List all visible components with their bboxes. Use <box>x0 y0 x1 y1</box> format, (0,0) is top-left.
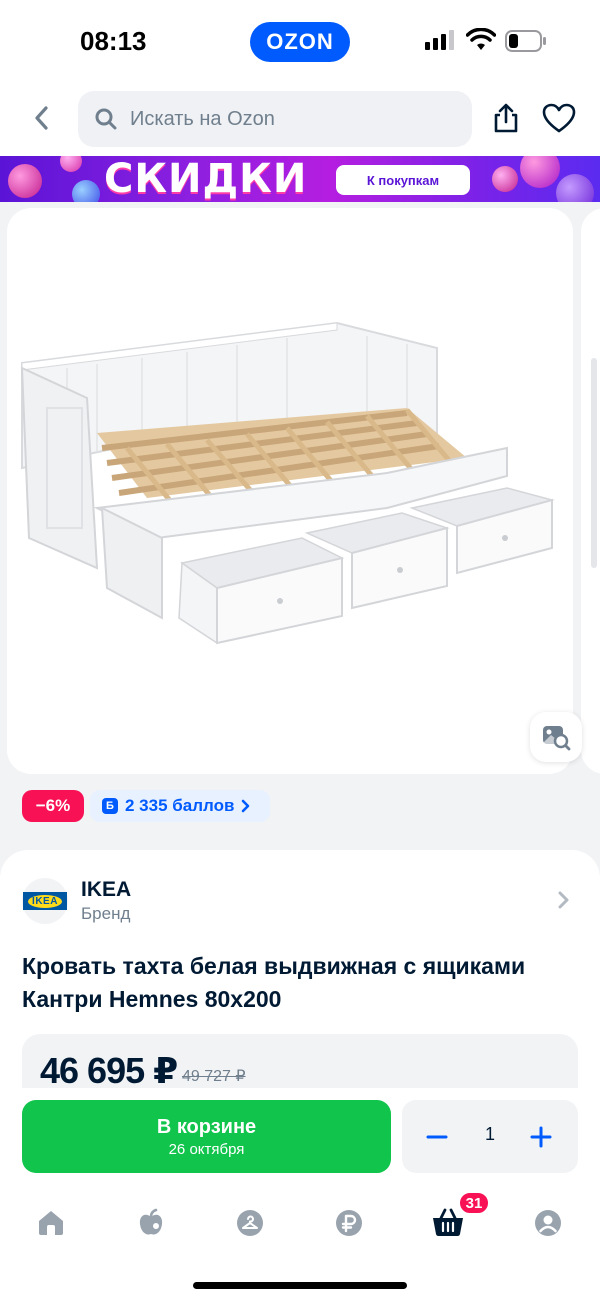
search-bar[interactable] <box>78 91 472 147</box>
home-indicator[interactable] <box>193 1282 407 1289</box>
chevron-left-icon <box>35 106 48 130</box>
status-time: 08:13 <box>80 26 147 56</box>
brand-label: Бренд <box>81 904 131 923</box>
old-price: 49 727 ₽ <box>182 1068 246 1085</box>
decor-bubble <box>520 156 560 188</box>
search-icon <box>95 108 117 130</box>
cart-action-bar: В корзине 26 октября 1 <box>0 1088 600 1188</box>
cart-icon <box>433 1208 463 1236</box>
banner-title: СКИДКИ <box>104 156 308 202</box>
wifi-icon <box>466 28 496 50</box>
fresh-icon <box>139 1208 163 1235</box>
daybed-with-drawers-image <box>20 321 555 645</box>
decor-bubble <box>72 180 100 202</box>
search-input[interactable] <box>130 107 430 131</box>
plus-icon <box>530 1126 552 1148</box>
decor-bubble <box>556 174 594 202</box>
top-header <box>0 84 600 156</box>
minus-icon <box>426 1135 448 1139</box>
banner-shop-button[interactable]: К покупкам <box>336 165 470 195</box>
decor-bubble <box>8 164 42 198</box>
ozon-pill[interactable]: OZON <box>250 22 350 62</box>
visual-search-button[interactable] <box>530 712 582 762</box>
decor-bubble <box>60 156 82 172</box>
discount-badge: −6% <box>22 790 84 822</box>
price-badges: −6% Б 2 335 баллов <box>0 790 600 838</box>
share-icon <box>494 103 518 133</box>
hanger-icon <box>237 1210 263 1236</box>
battery-icon <box>505 30 546 52</box>
delivery-date: 26 октября <box>168 1140 245 1158</box>
status-bar: 08:13 OZON <box>0 0 600 84</box>
promo-banner[interactable]: СКИДКИ К покупкам <box>0 156 600 202</box>
quantity-stepper: 1 <box>402 1100 578 1173</box>
product-gallery[interactable] <box>0 202 600 842</box>
next-image-edge <box>591 358 597 568</box>
points-icon: Б <box>102 798 118 814</box>
cellular-signal-icon <box>425 30 454 50</box>
back-button[interactable] <box>22 98 62 138</box>
nav-fresh[interactable] <box>126 1200 176 1246</box>
nav-home[interactable] <box>26 1200 76 1246</box>
nav-finance[interactable] <box>324 1200 374 1246</box>
chevron-right-icon <box>242 799 250 813</box>
home-icon <box>39 1211 63 1235</box>
nav-profile[interactable] <box>523 1200 573 1246</box>
ruble-icon <box>336 1210 362 1236</box>
product-title: Кровать тахта белая выдвижная с ящиками … <box>22 953 526 1012</box>
bottom-navigation: 31 <box>0 1188 600 1300</box>
nav-catalog[interactable] <box>225 1200 275 1246</box>
decor-bubble <box>492 166 518 192</box>
ikea-logo: IKEA <box>23 892 67 910</box>
cart-count-badge: 31 <box>458 1191 490 1215</box>
heart-icon <box>542 103 576 133</box>
points-badge[interactable]: Б 2 335 баллов <box>90 790 270 822</box>
increase-quantity-button[interactable] <box>524 1120 558 1154</box>
image-search-icon <box>543 726 571 751</box>
profile-icon <box>535 1210 561 1236</box>
current-price: 46 695 ₽ <box>40 1050 178 1091</box>
in-cart-label: В корзине <box>156 1115 257 1138</box>
decrease-quantity-button[interactable] <box>420 1120 454 1154</box>
brand-logo: IKEA <box>22 878 68 924</box>
brand-name: IKEA <box>81 878 132 901</box>
points-label: 2 335 баллов <box>125 796 235 815</box>
share-button[interactable] <box>488 98 524 138</box>
brand-row[interactable]: IKEA IKEA Бренд <box>22 876 578 926</box>
product-info-card: IKEA IKEA Бренд Кровать тахта белая выдв… <box>0 850 600 1114</box>
in-cart-button[interactable]: В корзине 26 октября <box>22 1100 391 1173</box>
quantity-value: 1 <box>484 1124 495 1144</box>
favorite-button[interactable] <box>540 98 578 138</box>
chevron-right-icon <box>558 891 569 909</box>
product-image-card[interactable] <box>7 208 573 774</box>
next-image-peek[interactable] <box>581 208 600 774</box>
